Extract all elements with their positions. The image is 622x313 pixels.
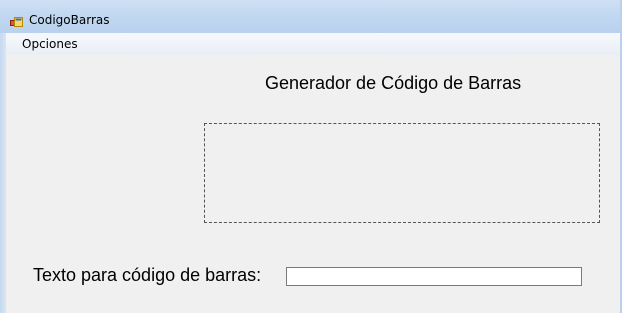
window-title: CodigoBarras <box>29 13 110 27</box>
app-window: CodigoBarras Opciones Generador de Códig… <box>0 0 622 313</box>
barcode-text-input[interactable] <box>286 267 582 286</box>
page-title: Generador de Código de Barras <box>265 73 522 93</box>
window-frame-left <box>0 33 6 313</box>
menu-bar: Opciones <box>6 33 620 55</box>
title-bar[interactable]: CodigoBarras <box>0 0 622 34</box>
barcode-text-label: Texto para código de barras: <box>33 265 262 285</box>
app-form-icon <box>10 13 23 27</box>
menu-item-opciones[interactable]: Opciones <box>16 37 84 52</box>
barcode-picture-box <box>204 123 600 223</box>
